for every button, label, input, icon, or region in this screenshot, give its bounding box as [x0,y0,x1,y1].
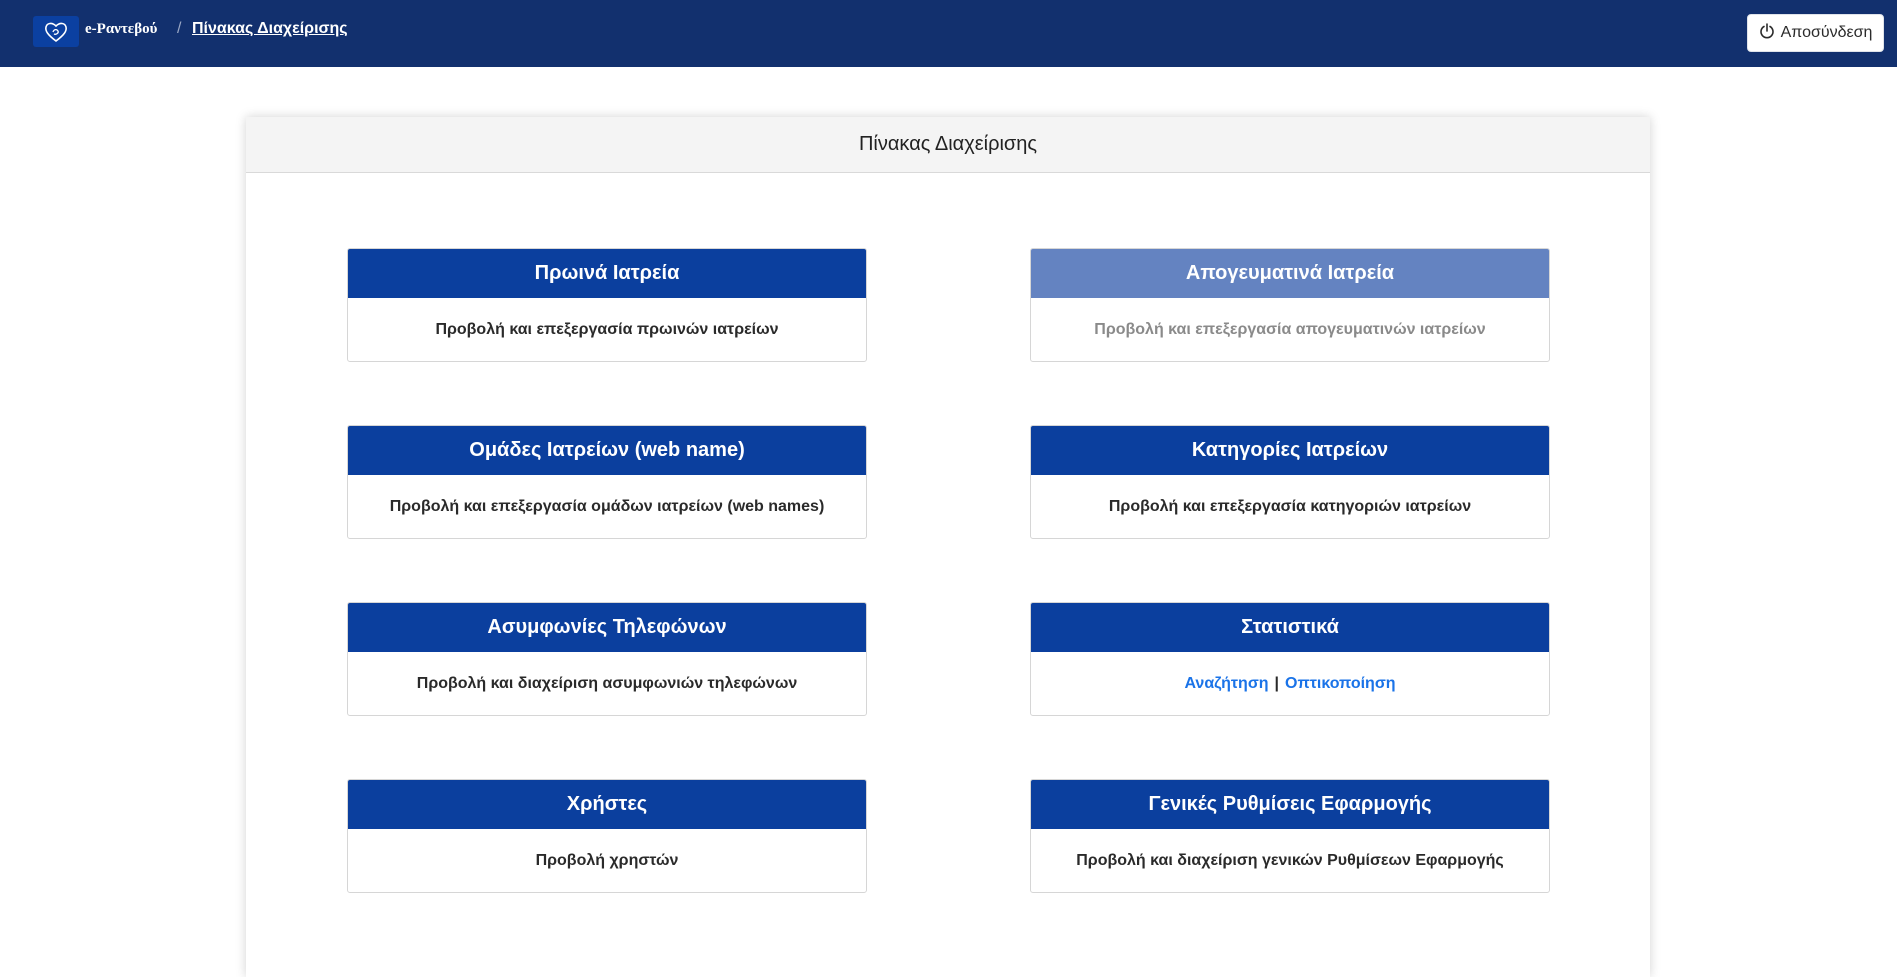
tile-clinic-categories[interactable]: Κατηγορίες Ιατρείων Προβολή και επεξεργα… [1030,425,1550,539]
tile-morning-clinics[interactable]: Πρωινά Ιατρεία Προβολή και επεξεργασία π… [347,248,867,362]
panel-title: Πίνακας Διαχείρισης [246,117,1650,173]
tile-clinic-groups[interactable]: Ομάδες Ιατρείων (web name) Προβολή και ε… [347,425,867,539]
breadcrumb-current[interactable]: Πίνακας Διαχείρισης [192,20,348,38]
tile-statistics: Στατιστικά Αναζήτηση | Οπτικοποίηση [1030,602,1550,716]
tile-general-settings[interactable]: Γενικές Ρυθμίσεις Εφαρμογής Προβολή και … [1030,779,1550,893]
logout-label: Αποσύνδεση [1780,24,1873,41]
power-icon [1759,22,1775,44]
breadcrumb-separator: / [177,20,182,37]
tile-description: Προβολή και επεξεργασία ομάδων ιατρείων … [389,497,825,515]
search-link[interactable]: Αναζήτηση [1184,675,1268,693]
brand-name[interactable]: e-Ραντεβού [85,21,157,38]
link-separator: | [1274,674,1280,692]
tile-title: Ασυμφωνίες Τηλεφώνων [348,603,866,652]
tile-title: Ομάδες Ιατρείων (web name) [348,426,866,475]
tile-title: Χρήστες [348,780,866,829]
tile-description: Προβολή και επεξεργασία πρωινών ιατρείων [435,320,779,338]
visualization-link[interactable]: Οπτικοποίηση [1285,675,1396,693]
tile-title: Γενικές Ρυθμίσεις Εφαρμογής [1031,780,1549,829]
tile-users[interactable]: Χρήστες Προβολή χρηστών [347,779,867,893]
tile-description: Προβολή και διαχείριση γενικών Ρυθμίσεων… [1076,851,1504,869]
tile-phone-mismatches[interactable]: Ασυμφωνίες Τηλεφώνων Προβολή και διαχείρ… [347,602,867,716]
logout-button[interactable]: Αποσύνδεση [1747,14,1884,52]
tile-description: Προβολή χρηστών [535,851,679,869]
top-navbar: e-Ραντεβού / Πίνακας Διαχείρισης Αποσύνδ… [0,0,1897,67]
tile-title: Πρωινά Ιατρεία [348,249,866,298]
tile-title: Απογευματινά Ιατρεία [1031,249,1549,298]
tile-description: Προβολή και επεξεργασία κατηγοριών ιατρε… [1108,497,1472,515]
heart-logo-icon[interactable] [33,16,79,47]
tile-title: Στατιστικά [1031,603,1549,652]
tile-title: Κατηγορίες Ιατρείων [1031,426,1549,475]
admin-panel-card: Πίνακας Διαχείρισης Πρωινά Ιατρεία Προβο… [246,117,1650,977]
tile-description: Προβολή και διαχείριση ασυμφωνιών τηλεφώ… [416,674,798,692]
statistics-links: Αναζήτηση | Οπτικοποίηση [1031,652,1549,715]
tile-afternoon-clinics: Απογευματινά Ιατρεία Προβολή και επεξεργ… [1030,248,1550,362]
tile-description: Προβολή και επεξεργασία απογευματινών ια… [1094,320,1486,338]
